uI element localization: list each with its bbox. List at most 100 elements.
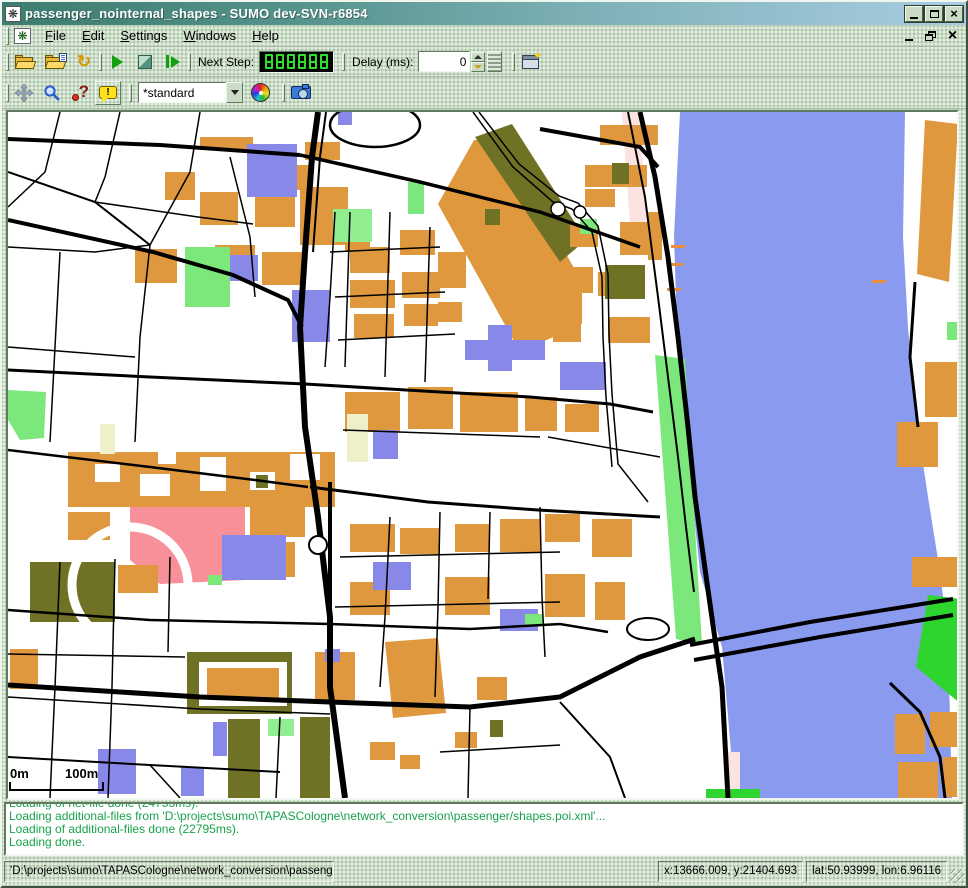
sumo-main-window: ❋ passenger_nointernal_shapes - SUMO dev… (0, 0, 968, 888)
toolbar-grip[interactable] (99, 53, 102, 71)
map-shape (671, 245, 685, 248)
toolbar-grip[interactable] (129, 84, 132, 102)
toolbar-grip[interactable] (6, 84, 9, 102)
recenter-view-button[interactable] (11, 81, 37, 105)
status-message: 'D:\projects\sumo\TAPASCologne\network_c… (4, 861, 334, 882)
window-titlebar[interactable]: ❋ passenger_nointernal_shapes - SUMO dev… (2, 2, 966, 25)
mdi-minimize-button[interactable] (899, 28, 918, 44)
step-button[interactable] (160, 50, 186, 74)
mdi-restore-button[interactable] (921, 28, 940, 44)
status-geo-coordinates: lat:50.93999, lon:6.96116 (806, 861, 947, 882)
message-log[interactable]: Loading of net-file done (24753ms). Load… (4, 802, 964, 856)
map-shape (370, 742, 395, 760)
map-shape (620, 222, 648, 255)
up-arrow-icon (474, 55, 482, 59)
recenter-arrows-icon (15, 84, 33, 102)
map-shape (262, 252, 302, 285)
map-shape (338, 112, 352, 125)
stop-button[interactable] (132, 50, 158, 74)
map-shape (560, 362, 606, 390)
time-display (259, 51, 334, 73)
reload-button[interactable]: ↻ (71, 50, 97, 74)
step-icon (166, 55, 169, 68)
run-button[interactable] (104, 50, 130, 74)
lcd-digit (320, 54, 328, 69)
toolbar-grip[interactable] (6, 27, 9, 45)
map-shape (208, 575, 222, 585)
mdi-close-button[interactable]: × (943, 28, 962, 44)
map-viewport: 0m100m (6, 110, 959, 800)
menu-help[interactable]: Help (244, 26, 287, 45)
map-canvas[interactable]: 0m100m (8, 112, 959, 798)
sumo-app-icon[interactable]: ❋ (5, 6, 21, 22)
delay-down-button[interactable] (471, 62, 485, 72)
view-scheme-combobox: *standard (138, 82, 243, 103)
help-button[interactable]: ? (67, 81, 93, 105)
resize-grip[interactable] (950, 869, 964, 883)
color-wheel-icon (251, 83, 270, 102)
locate-button[interactable] (39, 81, 65, 105)
menu-file[interactable]: File (37, 26, 74, 45)
view-scheme-value[interactable]: *standard (138, 82, 226, 103)
down-arrow-icon (474, 65, 482, 69)
open-network-button[interactable] (41, 50, 69, 74)
map-shape (185, 247, 230, 307)
lcd-digit (309, 54, 317, 69)
map-shape (460, 392, 518, 432)
next-step-label: Next Step: (198, 55, 254, 69)
map-shape (592, 519, 632, 557)
map-shape (525, 397, 557, 431)
map-shape (551, 202, 565, 216)
close-button[interactable]: × (945, 6, 963, 22)
toolbar-grip[interactable] (512, 53, 515, 71)
map-shape (574, 206, 586, 218)
menu-windows[interactable]: Windows (175, 26, 244, 45)
lcd-digit (287, 54, 295, 69)
map-shape (400, 755, 420, 769)
map-shape (8, 112, 60, 207)
open-config-button[interactable] (11, 50, 39, 74)
map-shape (455, 524, 490, 552)
view-toolbar: ? ! *standard (2, 77, 966, 109)
map-shape (553, 320, 581, 342)
map-shape (333, 209, 372, 242)
map-shape (100, 424, 115, 454)
edit-coloring-button[interactable] (247, 81, 274, 105)
menu-edit[interactable]: Edit (74, 26, 112, 45)
new-view-button[interactable]: ✦ (517, 50, 543, 74)
delay-dial[interactable] (487, 51, 502, 72)
screenshot-button[interactable] (287, 81, 315, 105)
map-shape (560, 702, 625, 798)
chevron-down-icon (231, 90, 239, 95)
delay-label: Delay (ms): (352, 55, 413, 69)
map-shape (165, 172, 195, 200)
mdi-child-icon[interactable]: ❋ (14, 28, 31, 44)
map-shape (605, 265, 645, 299)
map-shape (181, 767, 204, 796)
window-title: passenger_nointernal_shapes - SUMO dev-S… (25, 6, 903, 21)
minimize-button[interactable] (905, 6, 923, 22)
map-shape (548, 437, 660, 457)
map-shape (404, 304, 438, 326)
map-shape (455, 732, 477, 748)
menu-settings[interactable]: Settings (112, 26, 175, 45)
mdi-minimize-icon (905, 39, 913, 41)
view-scheme-dropdown-button[interactable] (226, 82, 243, 103)
map-shape (150, 765, 180, 798)
map-shape (400, 528, 440, 554)
delay-up-button[interactable] (471, 52, 485, 62)
scale-label-hundred: 100m (65, 766, 98, 781)
toolbar-grip[interactable] (282, 84, 285, 102)
toolbar-grip[interactable] (6, 53, 9, 71)
close-icon: × (950, 9, 958, 19)
map-shape (95, 112, 120, 202)
delay-input[interactable] (418, 51, 470, 72)
toolbar-grip[interactable] (342, 53, 345, 71)
toolbar-grip[interactable] (188, 53, 191, 71)
map-shape (445, 577, 490, 615)
maximize-button[interactable] (925, 6, 943, 22)
reload-icon: ↻ (77, 53, 91, 70)
step-triangle-icon (171, 56, 180, 68)
map-shape (565, 404, 599, 432)
show-messages-button[interactable]: ! (95, 81, 121, 105)
